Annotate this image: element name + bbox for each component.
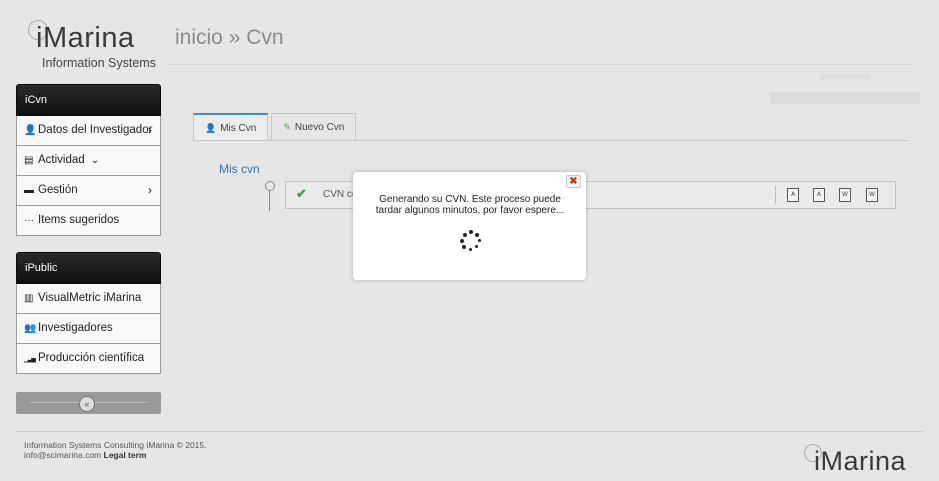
sidebar: iCvn 👤 Datos del Investigador › ▤ Activida… (16, 84, 161, 414)
sidebar-item-label: Datos del Investigador (38, 124, 153, 136)
spinner-dot (463, 233, 467, 237)
spinner-dot (475, 233, 479, 237)
document-icon: ▤ (24, 155, 34, 166)
tab-label: Mis Cvn (220, 123, 257, 134)
chevron-right-icon: › (148, 123, 152, 137)
tab-mis-cvn[interactable]: 👤 Mis Cvn (193, 113, 269, 140)
sidebar-section-ipublic-header: iPublic (16, 252, 161, 284)
tabs-divider (193, 140, 908, 141)
close-icon[interactable]: ✖ (566, 175, 581, 188)
pdf-icon[interactable]: A (813, 188, 825, 202)
timeline-pin-icon (265, 181, 275, 191)
sidebar-item-label: Gestión (38, 184, 78, 196)
footer-divider (16, 431, 923, 432)
spinner-dot (478, 239, 481, 242)
spinner-dot (460, 239, 464, 243)
sidebar-item-produccion-cientifica[interactable]: ▁▃▅ Producción científica (16, 344, 161, 374)
pdf-icon[interactable]: A (787, 188, 799, 202)
briefcase-icon: ▬ (24, 185, 34, 196)
user-icon: 👤 (205, 123, 217, 133)
logo-name: iMarina (36, 22, 135, 54)
double-chevron-left-icon[interactable]: « (79, 396, 95, 412)
header-divider (168, 64, 911, 65)
word-icon[interactable]: W (866, 188, 878, 202)
sidebar-item-label: Items sugeridos (38, 214, 120, 226)
modal-message: Generando su CVN. Este proceso puede tar… (375, 194, 565, 216)
tab-label: Nuevo Cvn (294, 122, 345, 133)
sidebar-item-label: VisualMetric iMarina (38, 292, 142, 304)
sidebar-item-investigadores[interactable]: 👥 Investigadores (16, 314, 161, 344)
user-icon: 👤 (24, 125, 37, 136)
sidebar-item-items-sugeridos[interactable]: ··· Items sugeridos (16, 206, 161, 236)
chevron-right-icon: › (148, 183, 152, 197)
imarina-footer-logo: iMarina (800, 440, 930, 480)
legal-term-link[interactable]: Legal term (104, 450, 147, 460)
spinner-dot (469, 230, 473, 234)
divider (775, 186, 776, 204)
footer-email[interactable]: info@scimarina.com (24, 450, 101, 460)
sidebar-section-icvn-header: iCvn (16, 84, 161, 116)
footer: Information Systems Consulting iMarina ©… (24, 440, 206, 460)
cvn-tabs: 👤 Mis Cvn ✎ Nuevo Cvn (193, 113, 359, 140)
spinner-dot (462, 245, 466, 249)
sidebar-collapse-toggle[interactable]: « (16, 392, 161, 414)
logo-subtitle: Information Systems (42, 56, 156, 70)
breadcrumb: inicio » Cvn (175, 26, 284, 49)
chart-icon: ▥ (24, 293, 34, 304)
loading-spinner-icon (460, 230, 482, 252)
sidebar-item-label: Producción científica (38, 352, 145, 364)
spinner-dot (469, 248, 472, 251)
faint-header-block (820, 74, 870, 80)
tab-nuevo-cvn[interactable]: ✎ Nuevo Cvn (271, 113, 357, 140)
chevron-down-icon[interactable]: ✔ (296, 186, 307, 202)
timeline-stem (269, 190, 270, 211)
sidebar-item-label: Actividad (38, 154, 85, 166)
footer-copyright: Information Systems Consulting iMarina ©… (24, 440, 207, 450)
sidebar-item-label: Investigadores (38, 322, 113, 334)
cvn-item-label: CVN cc (323, 189, 357, 200)
sidebar-item-actividad[interactable]: ▤ Actividad ⌄ (16, 146, 161, 176)
logo-name: iMarina (814, 446, 907, 476)
ellipsis-icon: ··· (24, 215, 34, 226)
chevron-down-icon: ⌄ (90, 155, 100, 166)
loading-modal: ✖ Generando su CVN. Este proceso puede t… (353, 172, 586, 280)
spinner-dot (475, 245, 478, 248)
signal-bars-icon: ▁▃▅ (24, 357, 36, 363)
sidebar-item-visualmetric[interactable]: ▥ VisualMetric iMarina (16, 284, 161, 314)
edit-icon: ✎ (283, 122, 291, 132)
users-icon: 👥 (24, 323, 37, 334)
faint-header-block (770, 92, 920, 104)
mis-cvn-heading: Mis cvn (219, 162, 260, 176)
sidebar-item-gestion[interactable]: ▬ Gestión › (16, 176, 161, 206)
imarina-logo[interactable]: iMarina Information Systems (28, 20, 158, 72)
sidebar-item-datos-investigador[interactable]: 👤 Datos del Investigador › (16, 116, 161, 146)
word-icon[interactable]: W (839, 188, 851, 202)
